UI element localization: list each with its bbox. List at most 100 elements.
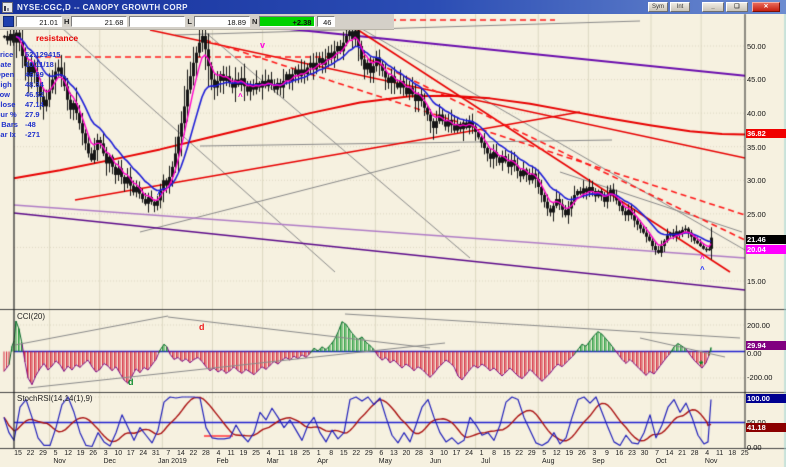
- x-axis-tick: 29: [365, 450, 373, 457]
- marker-letter-d: d: [199, 323, 205, 332]
- price-axis-label: 25.00: [747, 210, 766, 219]
- data-panel-label: Price: [0, 50, 25, 60]
- x-axis-tick: 13: [390, 450, 398, 457]
- x-axis-month: Aug: [542, 458, 554, 465]
- sym-button[interactable]: Sym: [648, 2, 668, 12]
- x-axis-tick: 3: [104, 450, 108, 457]
- x-axis-tick: 17: [453, 450, 461, 457]
- data-panel-value: 27.9: [25, 110, 40, 119]
- data-panel-row: High48.34: [0, 80, 60, 90]
- x-axis-tick: 14: [177, 450, 185, 457]
- x-axis-tick: 23: [628, 450, 636, 457]
- x-axis-month: Jun: [430, 458, 441, 465]
- data-panel-row: Open46.69: [0, 70, 60, 80]
- close-button[interactable]: ✕: [752, 2, 780, 12]
- x-axis-month: Apr: [317, 458, 328, 465]
- stoch-axis-label: 0.00: [747, 443, 762, 452]
- data-panel-value: -271: [25, 130, 40, 139]
- minimize-button[interactable]: _: [702, 2, 724, 12]
- x-axis-tick: 19: [240, 450, 248, 457]
- x-axis-tick: 16: [616, 450, 624, 457]
- x-axis-tick: 22: [352, 450, 360, 457]
- stoch-axis-highlight: 41.18: [746, 423, 786, 432]
- low-field[interactable]: 18.89: [194, 16, 250, 27]
- app-icon: [2, 2, 13, 13]
- net-change-field[interactable]: +2.38: [259, 16, 315, 27]
- x-axis-tick: 25: [252, 450, 260, 457]
- data-panel-label: # Bars: [0, 120, 25, 130]
- data-panel-row: Close47.14: [0, 100, 60, 110]
- extra-field[interactable]: 46: [317, 16, 335, 27]
- x-axis-tick: 15: [503, 450, 511, 457]
- title-bar[interactable]: NYSE:CGC,D -- CANOPY GROWTH CORP Sym Int…: [0, 0, 786, 14]
- x-axis-tick: 11: [277, 450, 284, 457]
- price-axis-label: 30.00: [747, 176, 766, 185]
- data-panel-label: Low: [0, 90, 25, 100]
- marker-asterisk: *: [699, 360, 703, 371]
- x-axis-tick: 29: [528, 450, 536, 457]
- x-axis-tick: 18: [728, 450, 736, 457]
- price-axis-label: 50.00: [747, 42, 766, 51]
- x-axis-tick: 3: [592, 450, 596, 457]
- data-panel-label: Date: [0, 60, 25, 70]
- data-panel-label: Bar Ix: [0, 130, 25, 140]
- x-axis-tick: 26: [578, 450, 586, 457]
- data-panel-value: 10/11/18: [25, 60, 54, 69]
- price-axis-label: 15.00: [747, 277, 766, 286]
- x-axis-tick: 26: [89, 450, 97, 457]
- price-axis-highlight: 21.46: [746, 235, 786, 244]
- last-price-field[interactable]: 21.01: [16, 16, 62, 27]
- x-axis-month: Oct: [656, 458, 667, 465]
- data-panel-value: 48.34: [25, 80, 44, 89]
- data-panel-value: 46.52: [25, 90, 44, 99]
- maximize-button[interactable]: ❏: [726, 2, 748, 12]
- x-axis-tick: 6: [379, 450, 383, 457]
- chart-canvas[interactable]: [0, 0, 786, 467]
- cci-pane-label: CCI(20): [17, 312, 45, 321]
- data-panel-row: Price52.129415: [0, 50, 60, 60]
- x-axis-tick: 14: [666, 450, 674, 457]
- spare-field[interactable]: [129, 16, 185, 27]
- x-axis-tick: 30: [641, 450, 649, 457]
- marker-down-arrow: v: [260, 41, 265, 50]
- x-axis-month: Jan 2019: [158, 458, 187, 465]
- int-button[interactable]: Int: [670, 2, 690, 12]
- data-panel-label: Close: [0, 100, 25, 110]
- x-axis-tick: 11: [716, 450, 723, 457]
- quote-toolbar: 21.01 H 21.68 L 18.89 N +2.38 46: [0, 14, 394, 30]
- x-axis-tick: 24: [465, 450, 473, 457]
- window-title: NYSE:CGC,D -- CANOPY GROWTH CORP: [17, 3, 188, 12]
- x-axis-month: Dec: [103, 458, 115, 465]
- x-axis-month: Nov: [705, 458, 717, 465]
- x-axis-tick: 19: [77, 450, 85, 457]
- price-axis-label: 40.00: [747, 109, 766, 118]
- x-axis-tick: 10: [114, 450, 122, 457]
- x-axis-tick: 4: [267, 450, 271, 457]
- high-field[interactable]: 21.68: [71, 16, 127, 27]
- x-axis-tick: 19: [565, 450, 573, 457]
- x-axis-month: Feb: [216, 458, 228, 465]
- x-axis-tick: 17: [127, 450, 135, 457]
- x-axis-tick: 7: [655, 450, 659, 457]
- x-axis-tick: 7: [166, 450, 170, 457]
- x-axis-tick: 29: [39, 450, 47, 457]
- marker-up-arrow: ^: [700, 255, 705, 263]
- marker-up-arrow: ^: [238, 93, 243, 101]
- cci-axis-label: -200.00: [747, 373, 772, 382]
- price-axis-label: 45.00: [747, 75, 766, 84]
- data-panel-row: Low46.52: [0, 90, 60, 100]
- data-panel-row: Date10/11/18: [0, 60, 60, 70]
- data-panel-row: # Bars-48: [0, 120, 60, 130]
- x-axis-tick: 25: [302, 450, 310, 457]
- x-axis-tick: 12: [64, 450, 72, 457]
- symbol-color-swatch: [3, 16, 14, 27]
- x-axis-tick: 18: [290, 450, 298, 457]
- low-label: L: [185, 17, 194, 26]
- x-axis-tick: 22: [27, 450, 35, 457]
- x-axis-tick: 28: [691, 450, 699, 457]
- high-label: H: [62, 17, 71, 26]
- cci-axis-label: 200.00: [747, 321, 770, 330]
- x-axis-tick: 10: [440, 450, 448, 457]
- x-axis-tick: 3: [430, 450, 434, 457]
- x-axis-tick: 1: [480, 450, 484, 457]
